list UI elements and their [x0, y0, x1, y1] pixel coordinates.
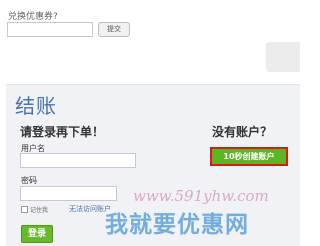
remember-me-label: 记住我 [30, 207, 49, 214]
no-account-heading: 没有账户？ [212, 125, 273, 139]
watermark-name: 我就要优惠网 [105, 212, 249, 238]
username-input[interactable] [20, 153, 136, 168]
remember-me-checkbox[interactable] [21, 206, 28, 213]
watermark-url: www.591yhw.com [133, 187, 269, 205]
login-heading: 请登录再下单！ [20, 125, 105, 139]
coupon-label: 兑换优惠券? [8, 12, 58, 22]
login-button[interactable]: 登录 [21, 225, 53, 243]
create-account-button[interactable]: 10秒创建账户 [210, 147, 288, 166]
password-input[interactable] [20, 186, 117, 201]
page-title: 结账 [15, 94, 57, 118]
coupon-submit-button[interactable]: 提交 [98, 22, 130, 37]
password-label: 密码 [21, 176, 37, 185]
coupon-code-input[interactable] [7, 22, 93, 37]
side-panel-tab [266, 42, 300, 72]
